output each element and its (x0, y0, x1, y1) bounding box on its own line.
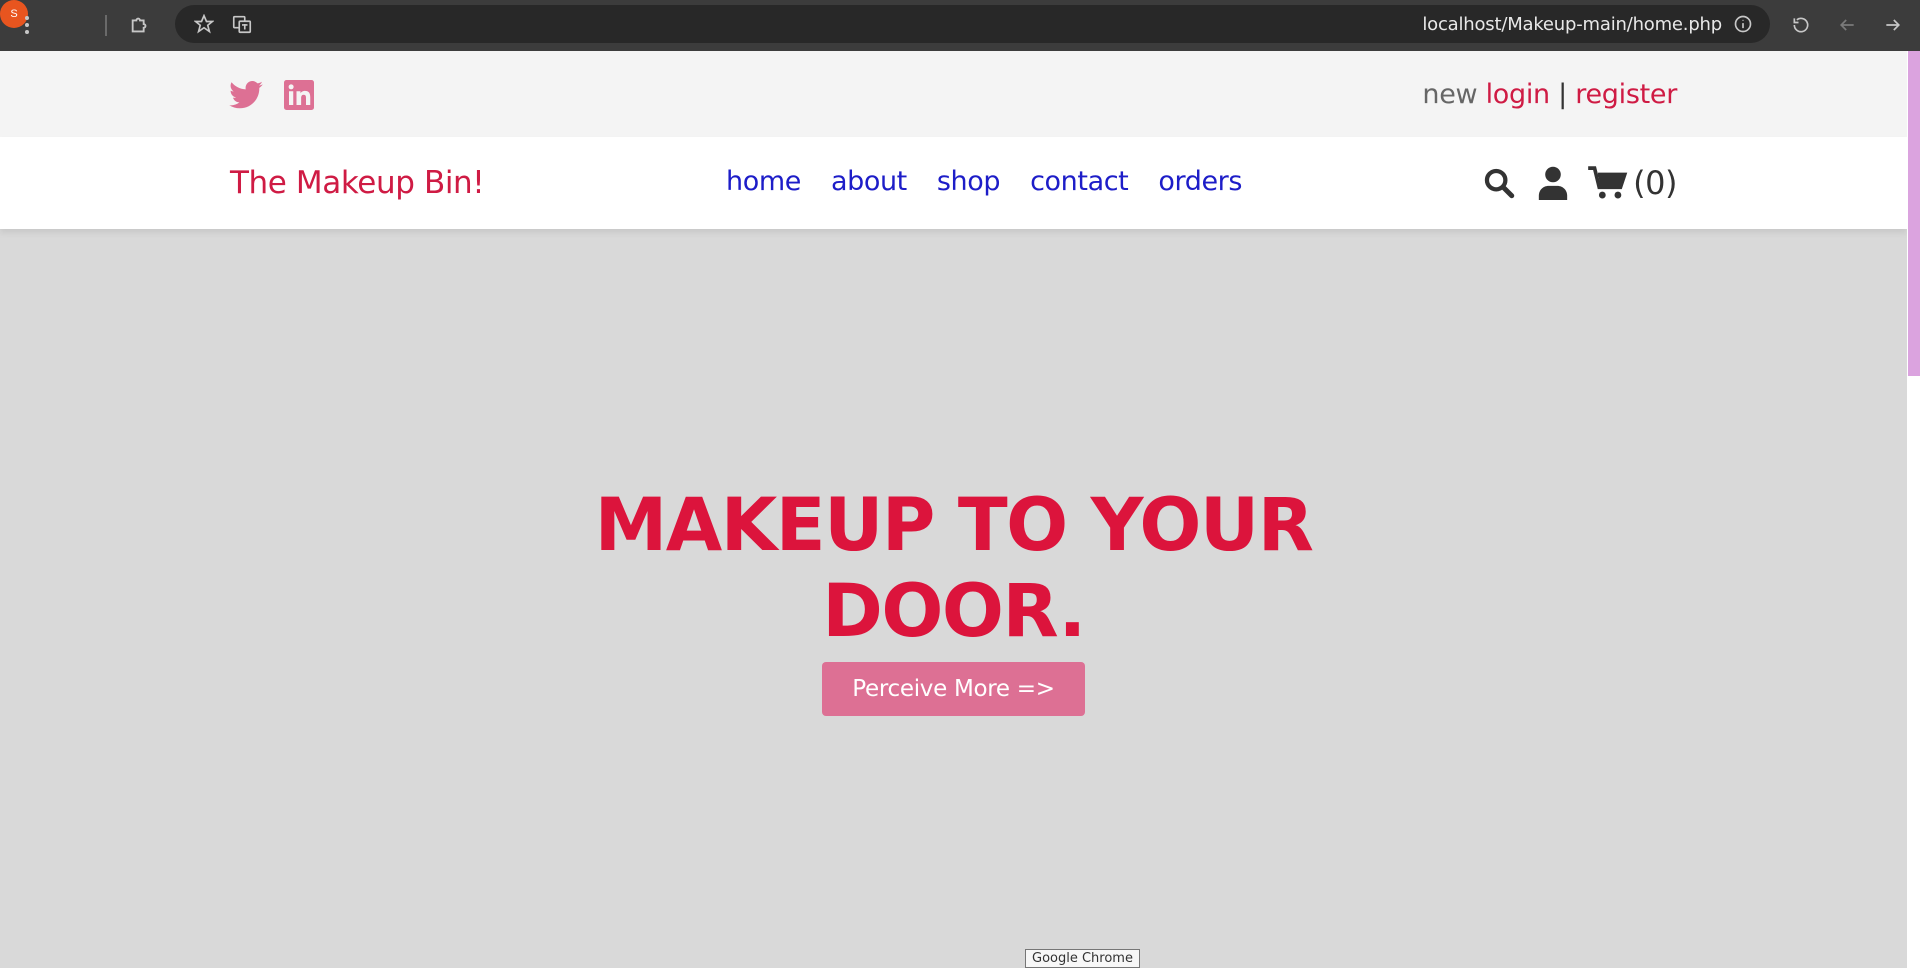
browser-toolbar: S localhost/Makeup-main/home.php (0, 0, 1920, 51)
main-nav: home about shop contact orders (726, 166, 1272, 197)
nav-home[interactable]: home (726, 166, 801, 197)
nav-shop[interactable]: shop (937, 166, 1001, 197)
nav-orders[interactable]: orders (1158, 166, 1242, 197)
top-bar: new login | register (0, 51, 1907, 137)
page-scrollbar[interactable] (1907, 51, 1920, 968)
new-text: new (1422, 79, 1478, 110)
translate-icon[interactable] (227, 9, 257, 39)
cart-count: (0) (1633, 164, 1677, 202)
register-link[interactable]: register (1575, 79, 1677, 110)
cart-icon[interactable] (1587, 163, 1629, 203)
hero-title-line1: MAKEUP TO YOUR (594, 483, 1314, 568)
nav-about[interactable]: about (831, 166, 907, 197)
linkedin-icon[interactable] (282, 78, 316, 112)
auth-separator: | (1558, 79, 1567, 110)
main-header: The Makeup Bin! home about shop contact … (0, 137, 1907, 229)
back-icon[interactable] (1832, 10, 1862, 40)
reload-icon[interactable] (1786, 10, 1816, 40)
toolbar-divider (105, 15, 107, 36)
header-icons: (0) (1465, 163, 1677, 203)
url-text: localhost/Makeup-main/home.php (1422, 14, 1722, 35)
address-bar[interactable]: localhost/Makeup-main/home.php (175, 5, 1770, 43)
star-icon[interactable] (189, 9, 219, 39)
extensions-icon[interactable] (125, 10, 155, 40)
scrollbar-thumb[interactable] (1908, 51, 1920, 376)
hero-section: MAKEUP TO YOUR DOOR. Perceive More => (0, 229, 1907, 968)
user-icon[interactable] (1533, 163, 1573, 203)
hero-title: MAKEUP TO YOUR DOOR. (0, 483, 1907, 655)
info-icon[interactable] (1728, 9, 1758, 39)
kebab-menu-icon[interactable] (12, 10, 42, 40)
twitter-icon[interactable] (229, 78, 263, 112)
site-logo[interactable]: The Makeup Bin! (230, 165, 485, 201)
web-page: new login | register The Makeup Bin! hom… (0, 51, 1907, 968)
search-icon[interactable] (1479, 163, 1519, 203)
perceive-more-button[interactable]: Perceive More => (822, 662, 1085, 716)
tooltip: Google Chrome (1025, 949, 1140, 968)
forward-icon[interactable] (1878, 10, 1908, 40)
login-link[interactable]: login (1486, 79, 1551, 110)
hero-title-line2: DOOR. (822, 569, 1086, 654)
nav-contact[interactable]: contact (1030, 166, 1129, 197)
auth-links: new login | register (1422, 79, 1677, 110)
